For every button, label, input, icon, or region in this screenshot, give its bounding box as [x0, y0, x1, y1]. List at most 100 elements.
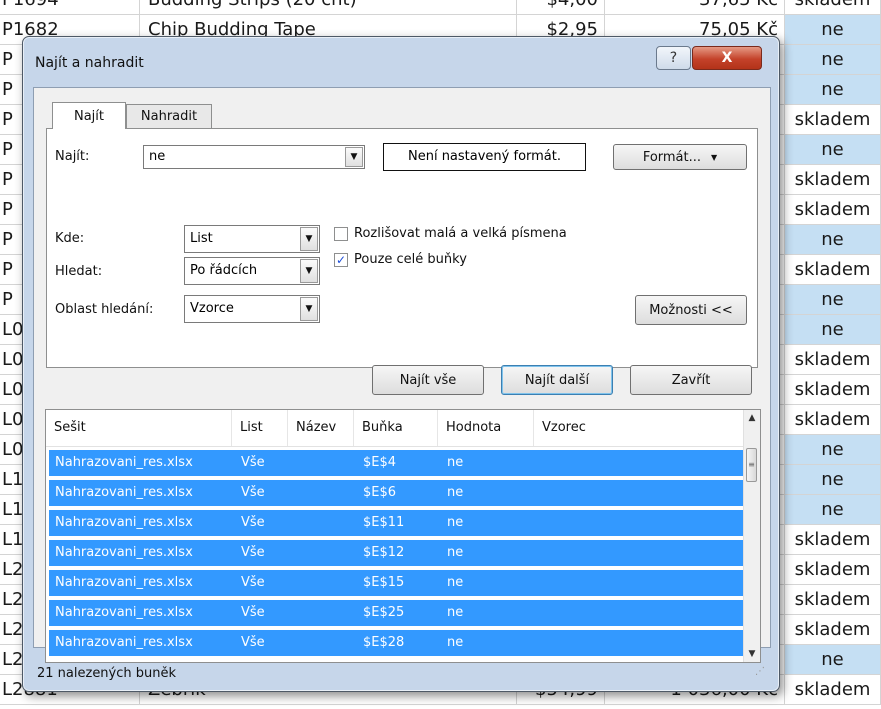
format-preview-text: Není nastavený formát.	[407, 149, 561, 164]
sheet-cell-status[interactable]: ne	[785, 225, 881, 254]
within-value: List	[190, 231, 213, 246]
result-cell-address: $E$25	[363, 605, 405, 620]
resize-grip-icon[interactable]: ⋰	[755, 661, 765, 683]
sheet-cell-price-czk[interactable]: 37,65 Kč	[605, 0, 785, 14]
result-cell-book: Nahrazovani_res.xlsx	[55, 605, 193, 620]
sheet-cell-status[interactable]: skladem	[785, 585, 881, 614]
sheet-cell-status[interactable]: skladem	[785, 555, 881, 584]
scroll-up-icon[interactable]: ▲	[744, 410, 760, 426]
found-count: 21 nalezených buněk	[37, 666, 177, 681]
sheet-cell-name[interactable]: Budding Strips (20 cnt)	[140, 0, 517, 14]
col-header-cell[interactable]: Buňka	[354, 410, 438, 446]
tab-replace[interactable]: Nahradit	[126, 104, 212, 128]
col-header-formula[interactable]: Vzorec	[534, 410, 746, 446]
find-next-label: Najít další	[524, 372, 590, 388]
result-cell-book: Nahrazovani_res.xlsx	[55, 575, 193, 590]
result-cell-book: Nahrazovani_res.xlsx	[55, 545, 193, 560]
look-in-combo[interactable]: Vzorce ▼	[184, 295, 320, 323]
sheet-cell-status[interactable]: skladem	[785, 0, 881, 14]
result-row[interactable]: Nahrazovani_res.xlsx Vše $E$15 ne	[49, 570, 746, 596]
find-tab-panel: Najít: ne ▼ Není nastavený formát. Formá…	[46, 128, 758, 368]
col-header-book-label: Sešit	[54, 420, 86, 435]
result-cell-address: $E$28	[363, 635, 405, 650]
sheet-cell-status[interactable]: skladem	[785, 405, 881, 434]
within-label: Kde:	[55, 231, 85, 246]
chevron-down-icon[interactable]: ▼	[300, 297, 318, 321]
whole-cell-label: Pouze celé buňky	[354, 252, 467, 267]
within-combo[interactable]: List ▼	[184, 225, 320, 253]
sheet-cell-status[interactable]: ne	[785, 435, 881, 464]
result-row[interactable]: Nahrazovani_res.xlsx Vše $E$11 ne	[49, 510, 746, 536]
format-button-label: Formát...	[642, 149, 702, 165]
sheet-cell-status[interactable]: skladem	[785, 345, 881, 374]
sheet-cell-status[interactable]: ne	[785, 285, 881, 314]
sheet-cell-status[interactable]: skladem	[785, 105, 881, 134]
match-case-label: Rozlišovat malá a velká písmena	[354, 226, 567, 241]
help-button[interactable]: ?	[656, 46, 691, 70]
sheet-cell-status[interactable]: skladem	[785, 675, 881, 704]
col-header-sheet[interactable]: List	[232, 410, 288, 446]
col-header-book[interactable]: Sešit	[46, 410, 232, 446]
sheet-cell-status[interactable]: skladem	[785, 525, 881, 554]
sheet-cell-status[interactable]: ne	[785, 75, 881, 104]
sheet-cell-status[interactable]: ne	[785, 645, 881, 674]
result-row[interactable]: Nahrazovani_res.xlsx Vše $E$6 ne	[49, 480, 746, 506]
sheet-cell-status[interactable]: skladem	[785, 165, 881, 194]
find-what-combo[interactable]: ne ▼	[143, 145, 365, 169]
sheet-cell-status[interactable]: skladem	[785, 255, 881, 284]
close-window-button[interactable]: X	[692, 46, 762, 70]
match-case-checkbox[interactable]	[334, 227, 348, 241]
tab-find-label: Najít	[73, 108, 104, 124]
find-all-button[interactable]: Najít vše	[372, 365, 484, 395]
look-in-label: Oblast hledání:	[55, 302, 154, 317]
help-icon: ?	[669, 50, 678, 66]
col-header-name-label: Název	[296, 420, 337, 435]
find-all-label: Najít vše	[399, 372, 457, 388]
options-button-label: Možnosti <<	[649, 302, 733, 318]
sheet-cell-status[interactable]: ne	[785, 45, 881, 74]
tab-find[interactable]: Najít	[52, 102, 126, 129]
sheet-cell-status[interactable]: skladem	[785, 615, 881, 644]
results-scrollbar[interactable]: ▲ ≡ ▼	[743, 410, 760, 662]
sheet-cell-status[interactable]: ne	[785, 495, 881, 524]
sheet-cell-status[interactable]: ne	[785, 135, 881, 164]
result-row[interactable]: Nahrazovani_res.xlsx Vše $E$4 ne	[49, 450, 746, 476]
sheet-cell-status[interactable]: skladem	[785, 195, 881, 224]
options-button[interactable]: Možnosti <<	[635, 295, 747, 325]
results-list[interactable]: Sešit List Název Buňka Hodnota Vzorec Na…	[45, 409, 761, 663]
whole-cell-checkbox[interactable]: ✓	[334, 253, 348, 267]
result-cell-address: $E$4	[363, 455, 397, 470]
col-header-cell-label: Buňka	[362, 420, 403, 435]
result-cell-sheet: Vše	[241, 455, 265, 470]
sheet-cell-code[interactable]: P1694	[0, 0, 140, 14]
result-cell-value: ne	[447, 515, 464, 530]
close-button-label: Zavřít	[671, 372, 711, 388]
close-button[interactable]: Zavřít	[630, 365, 752, 395]
sheet-row[interactable]: P1694Budding Strips (20 cnt)$4,0037,65 K…	[0, 0, 881, 15]
result-row[interactable]: Nahrazovani_res.xlsx Vše $E$12 ne	[49, 540, 746, 566]
sheet-cell-price[interactable]: $4,00	[517, 0, 605, 14]
find-next-button[interactable]: Najít další	[501, 365, 613, 395]
search-order-label: Hledat:	[55, 264, 103, 279]
col-header-formula-label: Vzorec	[542, 420, 586, 435]
chevron-down-icon[interactable]: ▼	[300, 259, 318, 283]
result-cell-value: ne	[447, 545, 464, 560]
result-row[interactable]: Nahrazovani_res.xlsx Vše $E$28 ne	[49, 630, 746, 656]
close-icon: X	[721, 50, 733, 66]
search-order-combo[interactable]: Po řádcích ▼	[184, 257, 320, 285]
sheet-cell-status[interactable]: skladem	[785, 375, 881, 404]
sheet-cell-status[interactable]: ne	[785, 315, 881, 344]
scroll-thumb[interactable]: ≡	[746, 448, 757, 482]
result-cell-sheet: Vše	[241, 485, 265, 500]
dialog-title: Najít a nahradit	[35, 55, 144, 71]
format-button[interactable]: Formát... ▼	[613, 144, 747, 170]
result-cell-value: ne	[447, 635, 464, 650]
chevron-down-icon[interactable]: ▼	[345, 147, 363, 167]
result-row[interactable]: Nahrazovani_res.xlsx Vše $E$25 ne	[49, 600, 746, 626]
col-header-value[interactable]: Hodnota	[438, 410, 534, 446]
sheet-cell-status[interactable]: ne	[785, 15, 881, 44]
chevron-down-icon[interactable]: ▼	[300, 227, 318, 251]
sheet-cell-status[interactable]: ne	[785, 465, 881, 494]
scroll-down-icon[interactable]: ▼	[744, 646, 760, 662]
col-header-name[interactable]: Název	[288, 410, 354, 446]
